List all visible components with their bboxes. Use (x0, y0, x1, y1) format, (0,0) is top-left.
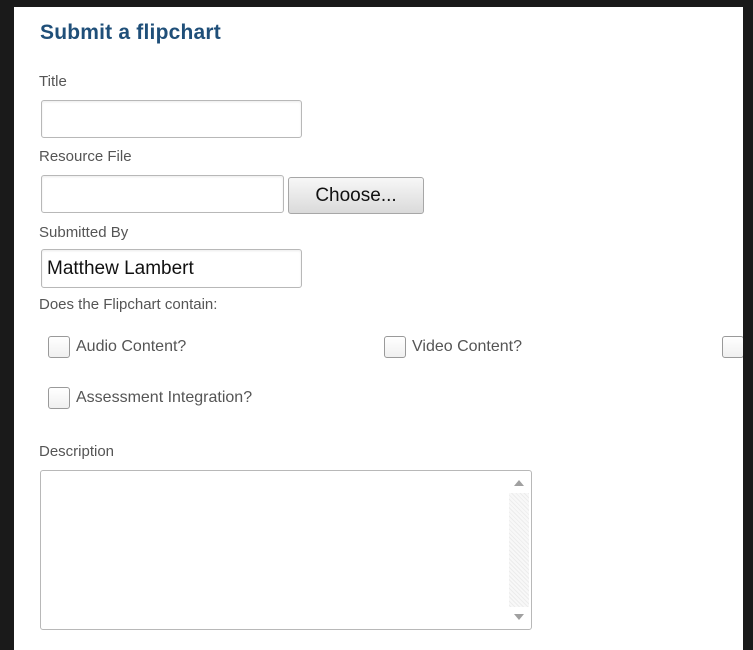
submitted-by-field[interactable] (41, 249, 302, 288)
description-field[interactable] (40, 470, 532, 630)
description-text[interactable] (47, 475, 505, 625)
title-field[interactable] (41, 100, 302, 138)
contains-question-label: Does the Flipchart contain: (39, 296, 218, 313)
video-content-label: Video Content? (412, 338, 523, 355)
assessment-integration-checkbox[interactable] (48, 387, 70, 409)
flipchart-form-panel: Submit a flipchart Title Resource File C… (14, 7, 743, 650)
title-input[interactable] (42, 101, 301, 137)
submitted-by-label: Submitted By (39, 224, 129, 241)
audio-content-label: Audio Content? (76, 338, 187, 355)
audio-content-checkbox[interactable] (48, 336, 70, 358)
submitted-by-input[interactable] (42, 250, 301, 287)
resource-file-field[interactable] (41, 175, 284, 213)
form-heading: Submit a flipchart (40, 21, 221, 44)
third-content-checkbox[interactable] (722, 336, 743, 358)
choose-file-button[interactable]: Choose... (288, 177, 424, 214)
title-label: Title (39, 73, 67, 90)
scroll-down-arrow-icon[interactable] (509, 607, 529, 627)
description-label: Description (39, 443, 115, 460)
description-scrollbar[interactable] (509, 473, 529, 627)
video-content-checkbox[interactable] (384, 336, 406, 358)
assessment-integration-label: Assessment Integration? (76, 389, 253, 406)
scroll-up-arrow-icon[interactable] (509, 473, 529, 493)
window-frame-border (743, 0, 753, 650)
resource-file-label: Resource File (39, 148, 132, 165)
resource-file-input[interactable] (42, 176, 283, 212)
